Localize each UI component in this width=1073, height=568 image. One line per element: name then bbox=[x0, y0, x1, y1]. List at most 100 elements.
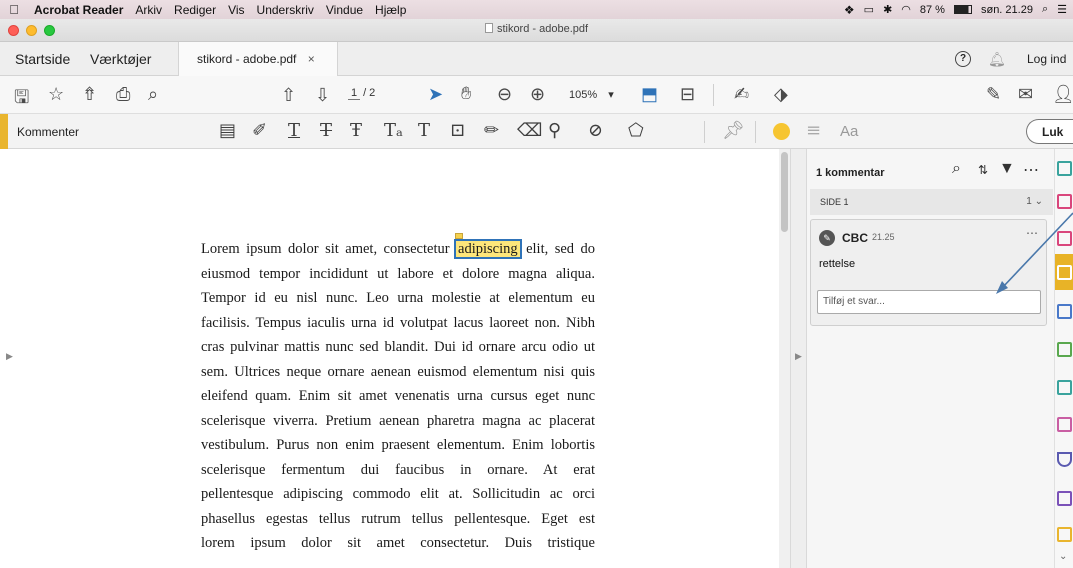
signature-icon[interactable]: ✎ bbox=[986, 84, 1001, 105]
compress-pdf-icon[interactable] bbox=[1057, 380, 1072, 395]
comment-tool-icon[interactable] bbox=[1057, 265, 1072, 280]
page-fit-icon[interactable]: ⬒ bbox=[641, 84, 658, 105]
window-title-bar: stikord - adobe.pdf bbox=[0, 19, 1073, 42]
print-icon[interactable]: ⎙ bbox=[116, 84, 130, 105]
document-scrollbar[interactable] bbox=[779, 149, 790, 568]
apple-menu-icon[interactable]:  bbox=[0, 2, 28, 17]
toolbar-divider bbox=[713, 84, 714, 106]
page-number-input[interactable]: 1 bbox=[348, 87, 360, 100]
panel-splitter[interactable]: ▶ bbox=[790, 149, 807, 568]
comment-options-icon[interactable]: ⋯ bbox=[1026, 226, 1038, 240]
notification-bell-icon[interactable]: 🔔︎ bbox=[988, 51, 1006, 68]
highlighted-word[interactable]: adipiscing bbox=[454, 239, 522, 259]
fill-sign-icon[interactable]: ✍︎ bbox=[734, 84, 749, 105]
reply-input[interactable]: Tilføj et svar... bbox=[817, 290, 1041, 314]
request-signatures-icon[interactable] bbox=[1057, 491, 1072, 506]
menu-clock[interactable]: søn. 21.29 bbox=[981, 4, 1033, 16]
zoom-in-icon[interactable]: ⊕ bbox=[530, 84, 545, 105]
upload-cloud-icon[interactable]: ⇮ bbox=[82, 84, 97, 105]
wifi-icon[interactable]: ◠ bbox=[901, 3, 911, 16]
left-panel-toggle-icon[interactable]: ▶ bbox=[6, 351, 13, 362]
battery-icon[interactable] bbox=[953, 5, 972, 14]
hand-tool-icon[interactable]: ✋︎ bbox=[461, 83, 471, 104]
menu-arkiv[interactable]: Arkiv bbox=[129, 3, 168, 17]
page-group-count: 1 ⌄ bbox=[1026, 196, 1043, 207]
close-tab-icon[interactable]: × bbox=[308, 52, 315, 66]
zoom-level-dropdown[interactable]: 105% ▾ bbox=[569, 88, 614, 101]
comments-panel-header: 1 kommentar ⌕ ⇅ ▼ ⋯ bbox=[807, 149, 1054, 189]
document-viewer[interactable]: ▶ Lorem ipsum dolor sit amet, consectetu… bbox=[0, 149, 790, 568]
tab-document[interactable]: stikord - adobe.pdf × bbox=[178, 42, 338, 76]
comment-toolbar-divider bbox=[704, 121, 705, 143]
rail-scroll-down-icon[interactable]: ⌄ bbox=[1059, 551, 1067, 562]
close-comment-toolbar-button[interactable]: Luk bbox=[1026, 119, 1073, 144]
window-title: stikord - adobe.pdf bbox=[0, 23, 1073, 35]
spotlight-icon[interactable]: ⌕ bbox=[1042, 3, 1048, 16]
scroll-mode-icon[interactable]: ⊟ bbox=[680, 84, 695, 105]
main-toolbar: 🖫 ☆ ⇮ ⎙ ⌕ ⇧ ⇩ 1 / 2 ➤ ✋︎ ⊖ ⊕ 105% ▾ ⬒ ⊟ … bbox=[0, 76, 1073, 114]
comment-time: 21.25 bbox=[872, 232, 895, 242]
text-style-button[interactable]: Aa bbox=[840, 123, 858, 140]
share-user-icon[interactable]: 👤︎ bbox=[1052, 84, 1073, 105]
tab-startside[interactable]: Startside bbox=[15, 51, 70, 67]
notification-center-icon[interactable]: ☰ bbox=[1057, 3, 1067, 16]
bookmark-star-icon[interactable]: ☆ bbox=[48, 84, 64, 105]
battery-percent[interactable]: 87 % bbox=[920, 4, 945, 16]
menu-vis[interactable]: Vis bbox=[222, 3, 250, 17]
shapes-icon[interactable]: ⬠ bbox=[628, 120, 644, 141]
email-icon[interactable]: ✉ bbox=[1018, 84, 1033, 105]
eraser-icon[interactable]: ⌫ bbox=[517, 120, 542, 141]
combine-files-icon[interactable] bbox=[1057, 304, 1072, 319]
comment-toolbar: Kommenter ▤ ✐ T T Ŧ Tₐ T ⊡ ✏︎ ⌫ ⚲ ⊘ ⬠ 📌︎… bbox=[0, 114, 1073, 149]
underline-text-icon[interactable]: T bbox=[288, 120, 300, 141]
select-cursor-icon[interactable]: ➤ bbox=[428, 84, 443, 105]
highlight-color-picker[interactable] bbox=[773, 123, 790, 140]
menu-rediger[interactable]: Rediger bbox=[168, 3, 222, 17]
insert-text-icon[interactable]: Tₐ bbox=[384, 120, 403, 141]
sticky-note-icon[interactable]: ▤ bbox=[219, 120, 236, 141]
filter-icon[interactable]: ▼ bbox=[999, 160, 1015, 178]
comment-card[interactable]: ✎ CBC 21.25 ⋯ rettelse Tilføj et svar... bbox=[810, 219, 1047, 326]
line-weight-icon[interactable]: ≡ bbox=[806, 120, 821, 141]
zoom-out-icon[interactable]: ⊖ bbox=[497, 84, 512, 105]
scrollbar-thumb[interactable] bbox=[781, 152, 788, 232]
menu-hjaelp[interactable]: Hjælp bbox=[369, 3, 412, 17]
stamp-icon[interactable]: ⚲ bbox=[548, 120, 561, 141]
menu-vindue[interactable]: Vindue bbox=[320, 3, 369, 17]
save-icon[interactable]: 🖫 bbox=[14, 85, 29, 115]
search-icon[interactable]: ⌕ bbox=[952, 160, 961, 178]
menu-underskriv[interactable]: Underskriv bbox=[251, 3, 320, 17]
pin-icon[interactable]: 📌︎ bbox=[722, 120, 745, 141]
organize-pages-icon[interactable] bbox=[1057, 342, 1072, 357]
strikethrough-text-icon[interactable]: T bbox=[320, 120, 332, 141]
zoom-search-icon[interactable]: ⌕ bbox=[148, 84, 158, 105]
pencil-draw-icon[interactable]: ✏︎ bbox=[484, 120, 499, 141]
create-pdf-icon[interactable] bbox=[1057, 194, 1072, 209]
dropbox-icon[interactable]: ❖ bbox=[844, 3, 855, 17]
edit-pdf-icon[interactable] bbox=[1057, 231, 1072, 246]
text-line: lorem ipsum dolor sit amet consectetur. … bbox=[201, 535, 595, 551]
collapse-panel-icon[interactable]: ▶ bbox=[795, 351, 802, 362]
previous-page-icon[interactable]: ⇧ bbox=[281, 85, 296, 106]
tag-icon[interactable]: ⬗ bbox=[774, 84, 788, 105]
page-group-header[interactable]: SIDE 1 1 ⌄ bbox=[810, 189, 1053, 215]
page-text: Lorem ipsum dolor sit amet, consectetur … bbox=[201, 237, 595, 556]
next-page-icon[interactable]: ⇩ bbox=[315, 85, 330, 106]
add-text-icon[interactable]: T bbox=[418, 120, 430, 141]
text-box-icon[interactable]: ⊡ bbox=[450, 120, 465, 141]
bluetooth-icon[interactable]: ✱ bbox=[883, 3, 892, 16]
attach-file-icon[interactable]: ⊘ bbox=[588, 120, 603, 141]
fill-sign-tool-icon[interactable] bbox=[1057, 417, 1072, 432]
highlight-pen-icon[interactable]: ✐ bbox=[252, 120, 267, 141]
export-pdf-icon[interactable] bbox=[1057, 161, 1072, 176]
protect-shield-icon[interactable] bbox=[1057, 452, 1072, 467]
replace-text-icon[interactable]: Ŧ bbox=[350, 120, 362, 141]
more-tools-icon[interactable] bbox=[1057, 527, 1072, 542]
menu-app-name[interactable]: Acrobat Reader bbox=[28, 3, 129, 17]
login-link[interactable]: Log ind bbox=[1027, 52, 1066, 66]
more-options-icon[interactable]: ⋯ bbox=[1023, 160, 1039, 180]
sort-icon[interactable]: ⇅ bbox=[978, 163, 988, 177]
airplay-icon[interactable]: ▭ bbox=[864, 3, 874, 16]
tab-vaerktoejer[interactable]: Værktøjer bbox=[90, 51, 151, 67]
help-icon[interactable]: ? bbox=[955, 51, 971, 67]
